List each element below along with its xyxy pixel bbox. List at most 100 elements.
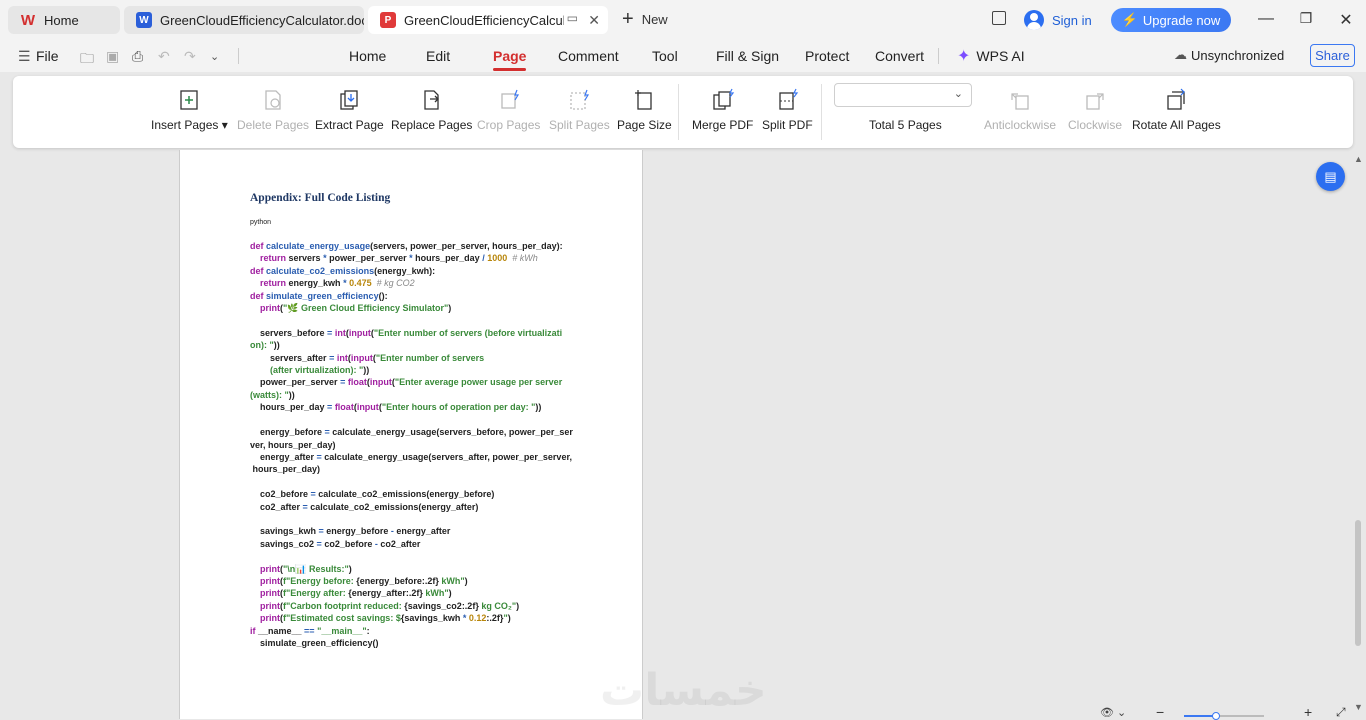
code-block: def calculate_energy_usage(servers, powe… xyxy=(250,241,573,648)
split-pages-label: Split Pages xyxy=(549,118,610,132)
wps-ai-button[interactable]: ✦ WPS AI xyxy=(957,46,1025,66)
split-pdf-button[interactable]: Split PDF xyxy=(762,88,813,132)
file-menu[interactable]: File xyxy=(36,48,59,64)
rotate-anticlockwise-button[interactable]: Anticlockwise xyxy=(984,88,1056,132)
zoom-in-icon[interactable]: + xyxy=(1304,704,1312,720)
scrollbar-thumb[interactable] xyxy=(1355,520,1361,646)
split-pdf-label: Split PDF xyxy=(762,118,813,132)
replace-pages-label: Replace Pages xyxy=(391,118,473,132)
tab-pdf-document[interactable]: P GreenCloudEfficiencyCalcula ▭ ✕ xyxy=(368,6,608,34)
sign-in-label: Sign in xyxy=(1052,12,1092,28)
page-size-label: Page Size xyxy=(617,118,672,132)
rotate-all-label: Rotate All Pages xyxy=(1132,118,1221,132)
delete-pages-icon xyxy=(265,90,281,110)
divider xyxy=(938,48,939,64)
vertical-scrollbar[interactable]: ▲ ▼ xyxy=(1352,150,1364,719)
replace-pages-icon xyxy=(424,90,439,110)
minimize-icon[interactable]: — xyxy=(1256,10,1276,28)
cloud-icon: ☁ xyxy=(1174,47,1187,62)
appendix-heading: Appendix: Full Code Listing xyxy=(250,192,391,204)
menu-convert[interactable]: Convert xyxy=(875,48,924,64)
menu-page[interactable]: Page xyxy=(493,48,527,71)
rotate-all-pages-button[interactable]: Rotate All Pages xyxy=(1132,88,1221,132)
menu-comment[interactable]: Comment xyxy=(558,48,619,64)
floating-tool-button[interactable]: ▤ xyxy=(1316,162,1345,191)
upgrade-label: Upgrade now xyxy=(1142,12,1221,28)
new-tab-label: New xyxy=(641,11,668,27)
insert-pages-label: Insert Pages ▾ xyxy=(151,118,228,132)
sign-in-button[interactable]: Sign in xyxy=(1024,10,1092,30)
menu-fill-sign[interactable]: Fill & Sign xyxy=(716,48,779,64)
chevron-down-icon: ⌄ xyxy=(953,88,963,100)
merge-pdf-button[interactable]: Merge PDF xyxy=(692,88,753,132)
split-pages-button[interactable]: Split Pages xyxy=(549,88,610,132)
rotate-clockwise-button[interactable]: Clockwise xyxy=(1068,88,1122,132)
crop-pages-label: Crop Pages xyxy=(477,118,541,132)
rotate-right-icon xyxy=(1086,93,1104,110)
divider xyxy=(821,84,822,140)
upgrade-button[interactable]: ⚡ Upgrade now xyxy=(1111,8,1231,32)
page-size-button[interactable]: Page Size xyxy=(617,88,672,132)
new-tab-button[interactable]: + New xyxy=(622,8,668,30)
delete-pages-label: Delete Pages xyxy=(237,118,310,132)
chevron-down-icon[interactable]: ⌄ xyxy=(210,50,219,63)
menu-tool[interactable]: Tool xyxy=(652,48,678,64)
redo-icon[interactable]: ↷ xyxy=(184,48,196,65)
split-pages-icon xyxy=(570,89,590,110)
extract-page-icon xyxy=(340,90,358,110)
zoom-slider[interactable] xyxy=(1184,712,1264,720)
rotate-all-icon xyxy=(1167,88,1186,110)
language-label: python xyxy=(250,219,272,226)
word-doc-icon: W xyxy=(136,12,152,28)
insert-pages-icon xyxy=(180,90,199,110)
watermark-logo: خمسات xyxy=(600,665,767,716)
insert-pages-button[interactable]: Insert Pages ▾ xyxy=(151,88,228,132)
fullscreen-icon[interactable]: ⤢ xyxy=(1336,705,1346,720)
wps-ai-label: WPS AI xyxy=(976,48,1025,64)
anticlockwise-label: Anticlockwise xyxy=(984,118,1057,132)
crop-pages-button[interactable]: Crop Pages xyxy=(477,88,540,132)
extract-page-label: Extract Page xyxy=(315,118,384,132)
sync-status-label: Unsynchronized xyxy=(1191,47,1285,63)
page-size-icon xyxy=(635,90,652,110)
print-icon[interactable]: ⎙ xyxy=(132,48,143,65)
edit-pdf-icon: ▤ xyxy=(1324,168,1337,184)
hamburger-icon[interactable]: ☰ xyxy=(18,48,31,65)
menu-edit[interactable]: Edit xyxy=(426,48,450,64)
plus-icon: + xyxy=(622,8,634,30)
merge-pdf-icon xyxy=(713,88,734,110)
delete-pages-button[interactable]: Delete Pages xyxy=(237,88,309,132)
sparkle-icon: ✦ xyxy=(957,48,971,65)
wps-logo-icon: W xyxy=(20,11,36,29)
pdf-doc-icon: P xyxy=(380,12,396,28)
replace-pages-button[interactable]: Replace Pages xyxy=(391,88,472,132)
page-select-dropdown[interactable]: ⌄ xyxy=(834,83,972,107)
scroll-up-icon[interactable]: ▲ xyxy=(1354,154,1363,164)
avatar-icon xyxy=(1024,10,1044,30)
clockwise-label: Clockwise xyxy=(1068,118,1123,132)
tab-home[interactable]: W Home xyxy=(8,6,120,34)
save-icon[interactable]: ▣ xyxy=(106,48,119,65)
eye-icon[interactable]: 👁 ⌄ xyxy=(1100,706,1126,719)
window-layout-icon[interactable] xyxy=(992,11,1006,25)
share-button[interactable]: Share xyxy=(1310,44,1355,67)
monitor-icon: ▭ xyxy=(566,11,578,25)
menu-home[interactable]: Home xyxy=(349,48,386,64)
lightning-icon: ⚡ xyxy=(1121,12,1138,27)
split-pdf-icon xyxy=(779,88,799,110)
sync-status[interactable]: ☁ Unsynchronized xyxy=(1174,47,1284,63)
restore-icon[interactable]: ❐ xyxy=(1296,10,1316,27)
tab-word-document[interactable]: W GreenCloudEfficiencyCalculator.doc xyxy=(124,6,364,34)
crop-pages-icon xyxy=(501,89,519,109)
total-pages-label: Total 5 Pages xyxy=(869,118,942,132)
zoom-out-icon[interactable]: − xyxy=(1156,704,1164,720)
tab-bar: W Home W GreenCloudEfficiencyCalculator.… xyxy=(0,0,1366,40)
undo-icon[interactable]: ↶ xyxy=(158,48,170,65)
close-icon[interactable]: ✕ xyxy=(588,12,600,29)
extract-page-button[interactable]: Extract Page xyxy=(315,88,384,132)
document-page[interactable]: Appendix: Full Code Listing python def c… xyxy=(179,150,643,719)
close-window-icon[interactable]: ✕ xyxy=(1336,10,1356,30)
open-folder-icon[interactable]: 🗀 xyxy=(80,48,94,72)
divider xyxy=(238,48,239,64)
menu-protect[interactable]: Protect xyxy=(805,48,849,64)
